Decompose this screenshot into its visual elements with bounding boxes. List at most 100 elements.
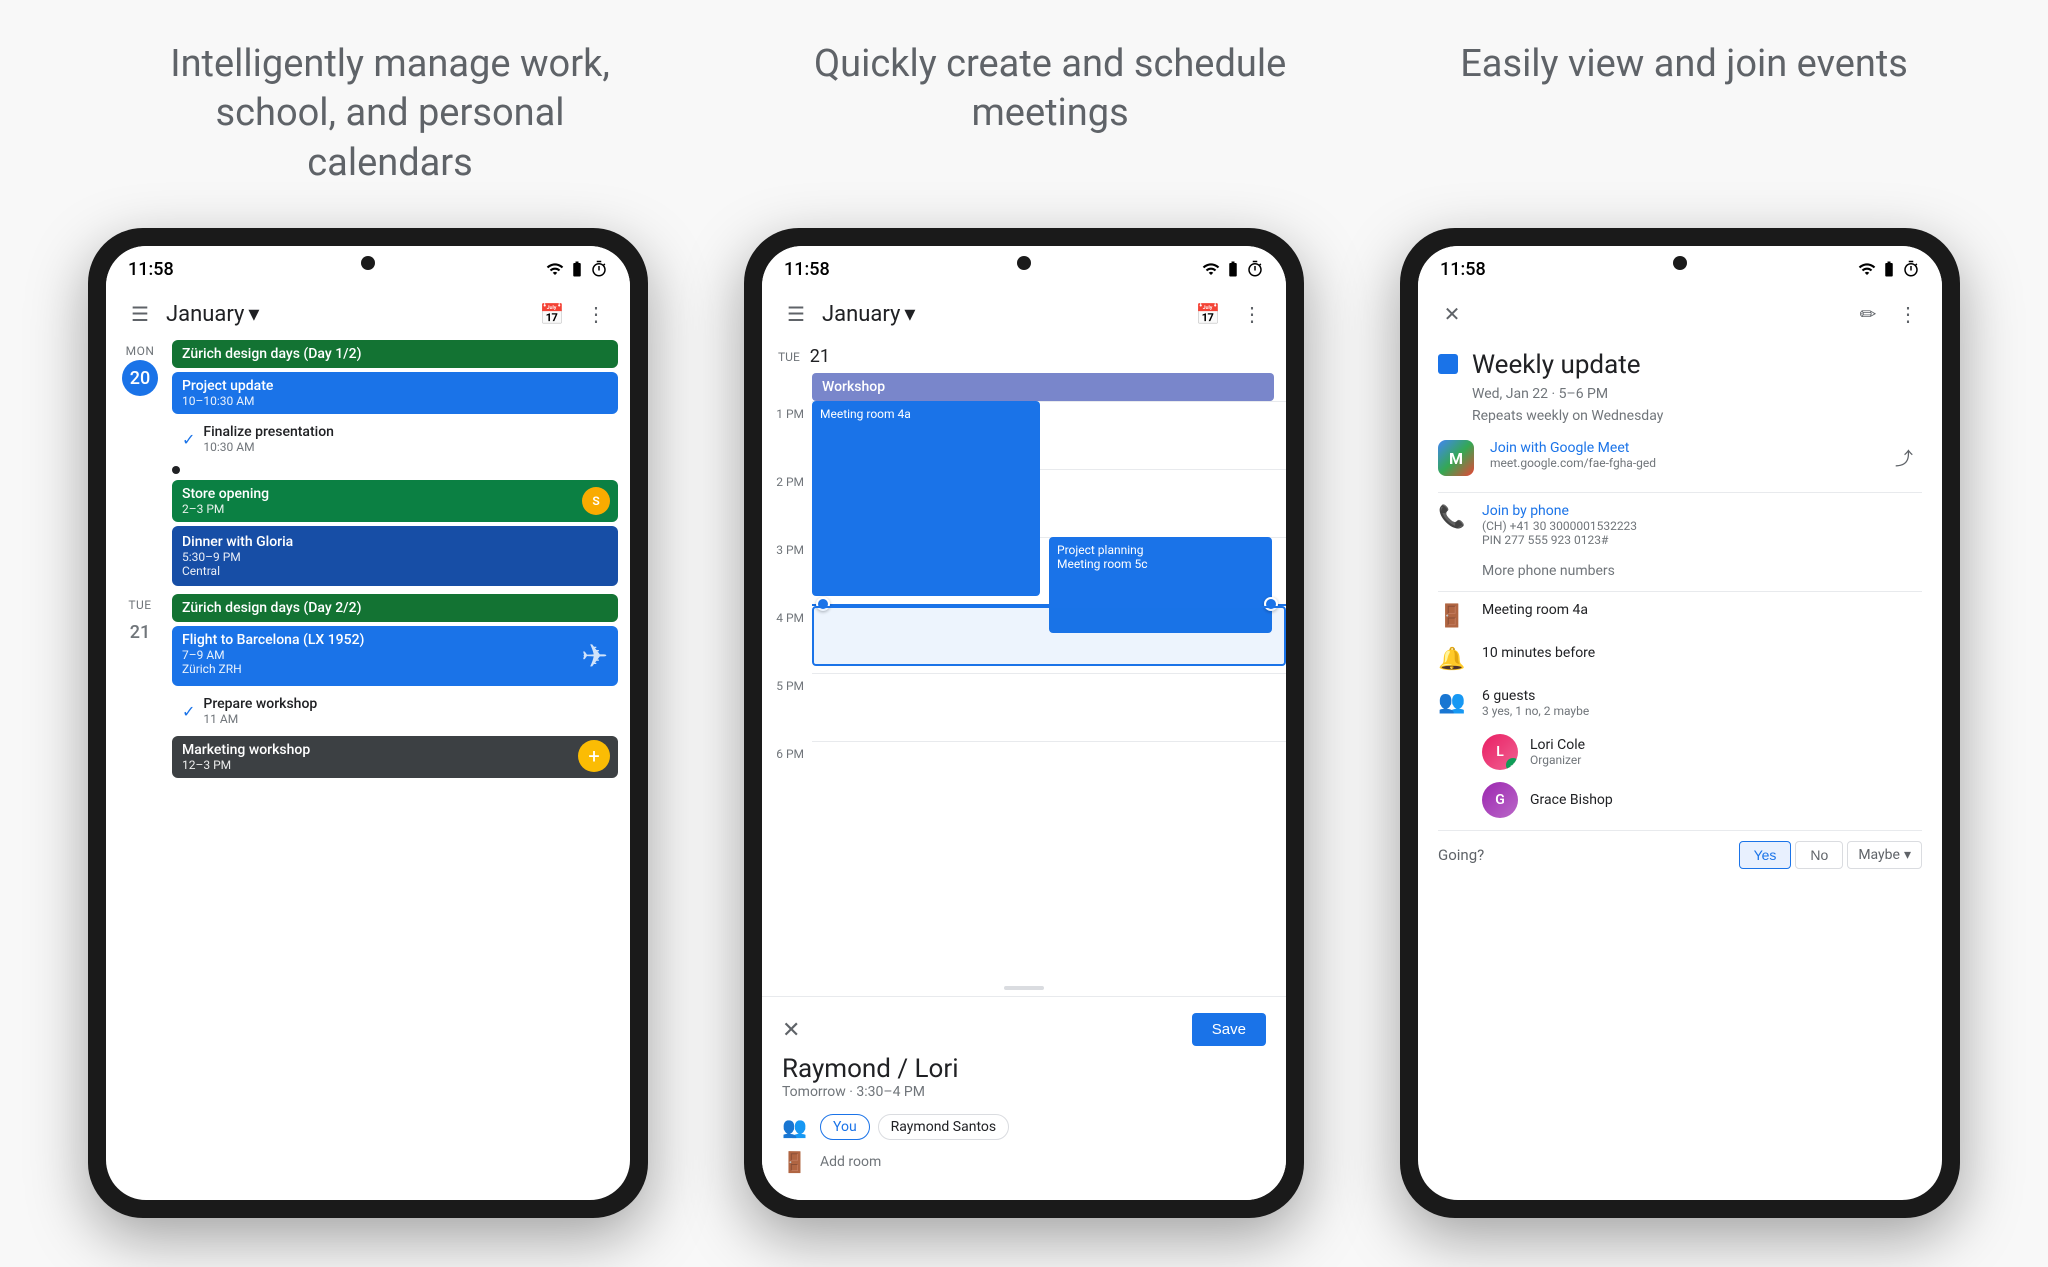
detail-content: Weekly update Wed, Jan 22 · 5–6 PM Repea… [1418,340,1942,889]
guest-avatar-lori: L ✓ [1482,734,1518,770]
rsvp-yes-button[interactable]: Yes [1739,841,1792,869]
menu-icon-2[interactable]: ☰ [778,296,814,332]
meet-info: Join with Google Meet meet.google.com/fa… [1490,440,1870,470]
join-phone-label[interactable]: Join by phone [1482,503,1637,519]
rsvp-no-button[interactable]: No [1795,841,1843,869]
event-title: Project update [182,378,608,394]
share-meet-button[interactable]: ⤴ [1886,440,1922,476]
meet-icon: M [1438,440,1474,476]
guests-info: 6 guests 3 yes, 1 no, 2 maybe [1482,688,1589,718]
app-bar-2: ☰ January ▾ 📅 ⋮ [762,288,1286,340]
task-info: Finalize presentation 10:30 AM [203,424,334,454]
event-flight[interactable]: Flight to Barcelona (LX 1952) 7–9 AM Zür… [172,626,618,686]
more-phones[interactable]: More phone numbers [1482,563,1922,579]
event-time: 5:30–9 PM [182,550,608,564]
event-zurich-2[interactable]: Zürich design days (Day 2/2) [172,594,618,622]
rsvp-maybe-select[interactable]: Maybe ▾ [1847,841,1922,869]
app-bar-1: ☰ January ▾ 📅 ⋮ [106,288,630,340]
detail-actions: ✏ ⋮ [1850,296,1926,332]
guests-icon: 👥 [1438,690,1466,715]
grid-area: Meeting room 4a Project planningMeeting … [812,401,1286,980]
calendar-icon-1[interactable]: 📅 [534,296,570,332]
camera-dot-2 [1017,256,1031,270]
guest-role-lori: Organizer [1530,753,1585,767]
more-vert-icon-1[interactable]: ⋮ [578,296,614,332]
add-room-text[interactable]: Add room [820,1154,881,1170]
phone-icon: 📞 [1438,505,1466,530]
checkmark-badge-lori: ✓ [1506,758,1518,770]
time-grid-2: 1 PM 2 PM 3 PM 4 PM 5 PM 6 PM [762,401,1286,980]
event-project-update[interactable]: Project update 10–10:30 AM [172,372,618,414]
guest-grace: G Grace Bishop [1482,782,1922,818]
time-selection[interactable] [812,606,1286,666]
event-time: 10–10:30 AM [182,394,608,408]
guest-avatar-grace: G [1482,782,1518,818]
divider-2 [1438,591,1922,592]
task-title: Finalize presentation [203,424,334,440]
event-time: 2–3 PM [182,502,608,516]
workshop-banner[interactable]: Workshop [812,373,1274,401]
task-prepare[interactable]: ✓ Prepare workshop 11 AM [172,690,618,732]
fab-add[interactable]: + [578,740,610,772]
people-chips: You Raymond Santos [820,1114,1009,1140]
divider-1 [1438,492,1922,493]
month-title-1[interactable]: January ▾ [166,302,259,327]
chip-you[interactable]: You [820,1114,870,1140]
month-title-2[interactable]: January ▾ [822,302,915,327]
day-section-mon: MON 20 Zürich design days (Day 1/2) Proj… [118,340,618,586]
calendar-icon-2[interactable]: 📅 [1190,296,1226,332]
event-time: 7–9 AM [182,648,608,662]
event-color-dot [1438,354,1458,374]
time-2pm: 2 PM [762,473,812,541]
close-detail-button[interactable]: ✕ [1434,296,1470,332]
rsvp-row: Going? Yes No Maybe ▾ [1438,830,1922,879]
guest-info-grace: Grace Bishop [1530,792,1613,808]
phone-row: 📞 Join by phone (CH) +41 30 300000153222… [1438,503,1922,547]
time-6pm: 6 PM [762,745,812,813]
rsvp-label: Going? [1438,846,1484,864]
event-main-title: Weekly update [1472,350,1641,380]
day-num-mon: 20 [122,360,158,396]
app-bar-icons-1: 📅 ⋮ [534,296,614,332]
event-marketing[interactable]: Marketing workshop 12–3 PM + [172,736,618,778]
event-title: Dinner with Gloria [182,534,608,550]
app-bar-icons-2: 📅 ⋮ [1190,296,1270,332]
task-finalize[interactable]: ✓ Finalize presentation 10:30 AM [172,418,618,460]
event-title-row: Weekly update [1438,350,1922,380]
camera-dot-3 [1673,256,1687,270]
status-time-2: 11:58 [784,259,830,280]
bell-icon: 🔔 [1438,647,1466,672]
event-dinner[interactable]: Dinner with Gloria 5:30–9 PM Central [172,526,618,586]
event-store[interactable]: Store opening 2–3 PM S [172,480,618,522]
close-sheet-button[interactable]: ✕ [782,1017,800,1043]
status-icons-2 [1202,260,1264,278]
event-time: 12–3 PM [182,758,608,772]
phone-info: Join by phone (CH) +41 30 3000001532223 … [1482,503,1637,547]
status-icons-3 [1858,260,1920,278]
menu-icon[interactable]: ☰ [122,296,158,332]
chip-raymond[interactable]: Raymond Santos [878,1114,1009,1140]
status-icons-1 [546,260,608,278]
people-icon: 👥 [782,1115,806,1139]
sheet-subtitle: Tomorrow · 3:30–4 PM [782,1084,1266,1100]
more-vert-icon-2[interactable]: ⋮ [1234,296,1270,332]
camera-dot [361,256,375,270]
status-time-1: 11:58 [128,259,174,280]
day-abbr: TUE [778,350,800,364]
event-zurich-1[interactable]: Zürich design days (Day 1/2) [172,340,618,368]
time-4pm: 4 PM [762,609,812,677]
save-button[interactable]: Save [1192,1013,1266,1046]
chevron-icon: ▾ [248,302,259,327]
meet-link-label[interactable]: Join with Google Meet [1490,440,1870,456]
check-icon: ✓ [182,702,195,721]
headline-1: Intelligently manage work, school, and p… [140,40,640,188]
guest-info-lori: Lori Cole Organizer [1530,737,1585,767]
room-row: 🚪 Meeting room 4a [1438,602,1922,629]
grid-event-meeting4a[interactable]: Meeting room 4a [812,401,1040,596]
avatar-store: S [582,487,610,515]
more-vert-icon-3[interactable]: ⋮ [1890,296,1926,332]
edit-icon[interactable]: ✏ [1850,296,1886,332]
sheet-room-row: 🚪 Add room [782,1150,1266,1174]
day-section-tue: TUE 21 Zürich design days (Day 2/2) Flig… [118,594,618,778]
guests-sub: 3 yes, 1 no, 2 maybe [1482,704,1589,718]
